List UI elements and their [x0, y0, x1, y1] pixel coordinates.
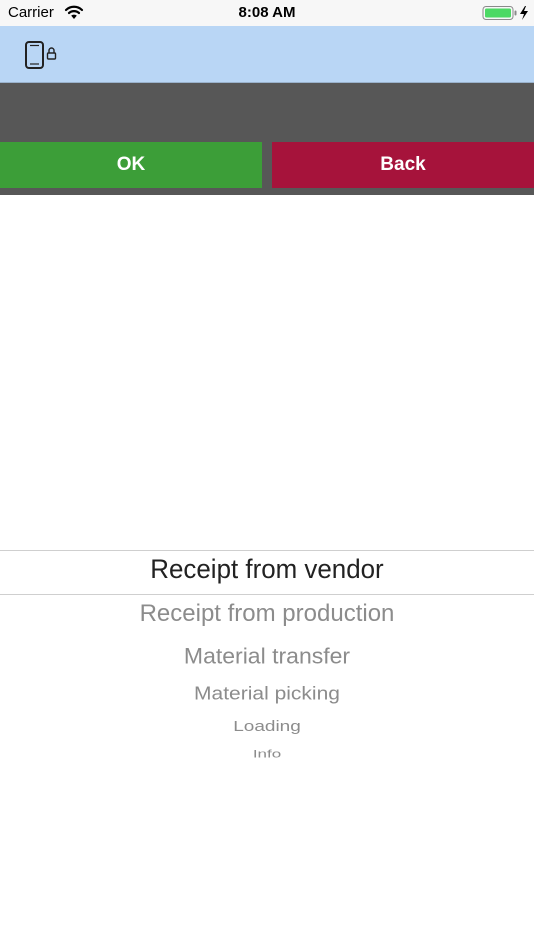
back-button[interactable]: Back [272, 142, 534, 188]
status-time: 8:08 AM [238, 4, 296, 21]
app-header [0, 26, 534, 83]
picker-item-loading[interactable]: Loading [0, 718, 534, 735]
picker-item-material-picking[interactable]: Material picking [0, 683, 534, 704]
picker-selection-top-line [0, 550, 534, 551]
picker-item-info[interactable]: Info [0, 747, 534, 760]
ok-button[interactable]: OK [0, 142, 262, 188]
battery-charging-icon [482, 6, 528, 20]
picker-item-receipt-from-production[interactable]: Receipt from production [0, 600, 534, 628]
menu-picker[interactable]: Receipt from vendor Receipt from product… [0, 196, 534, 950]
picker-item-receipt-from-vendor[interactable]: Receipt from vendor [11, 554, 524, 585]
device-lock-icon[interactable] [24, 40, 62, 70]
picker-item-material-transfer[interactable]: Material transfer [0, 644, 534, 670]
status-bar: Carrier 8:08 AM [0, 0, 534, 26]
picker-selection-bottom-line [0, 594, 534, 595]
